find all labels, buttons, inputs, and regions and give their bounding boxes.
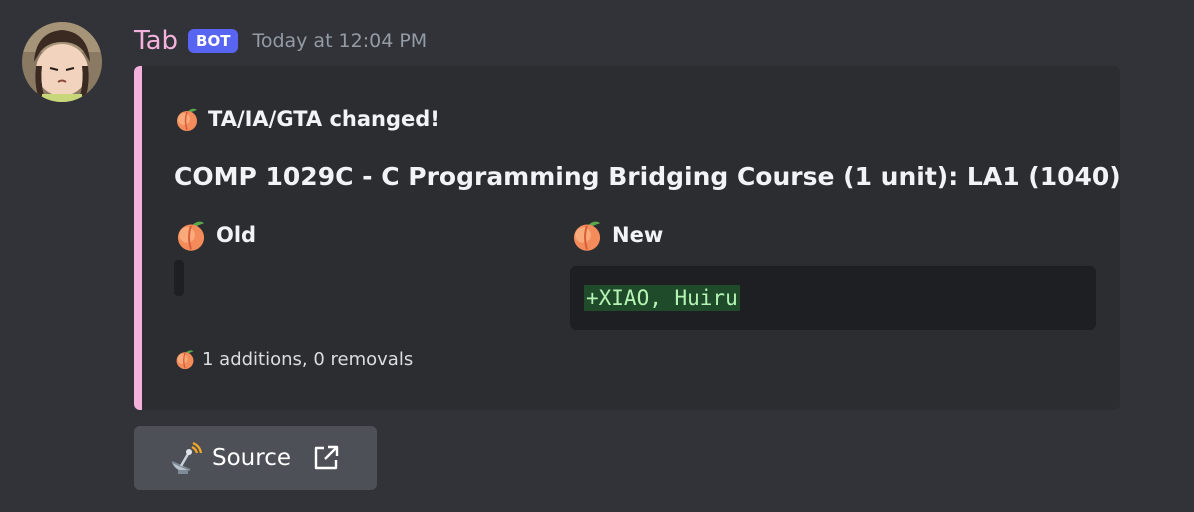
diff-addition-line: +XIAO, Huiru [584,285,740,311]
chat-message: Tab BOT Today at 12:04 PM TA/IA/GTA chan… [0,0,1194,512]
peach-emoji-icon [174,348,196,370]
username[interactable]: Tab [134,26,178,56]
external-link-icon [311,443,341,473]
message-header: Tab BOT Today at 12:04 PM [134,24,427,58]
field-old-value-empty [174,260,184,296]
embed-author-text: TA/IA/GTA changed! [208,107,440,131]
field-new: New +XIAO, Huiru [570,218,1096,330]
source-button-label: Source [212,445,291,471]
embed-author: TA/IA/GTA changed! [174,106,440,132]
embed-footer-text: 1 additions, 0 removals [202,348,414,370]
source-link-button[interactable]: Source [134,426,377,490]
field-new-label: New [612,223,664,247]
user-avatar[interactable] [22,22,102,102]
peach-emoji-icon [174,106,200,132]
peach-emoji-icon [174,218,208,252]
peach-emoji-icon [570,218,604,252]
embed-footer: 1 additions, 0 removals [174,348,413,370]
bot-badge: BOT [188,29,239,53]
embed-card: TA/IA/GTA changed! COMP 1029C - C Progra… [134,66,1121,410]
field-old: Old [174,218,256,296]
diff-code-block: +XIAO, Huiru [570,266,1096,330]
field-new-name: New [570,218,1096,252]
field-old-label: Old [216,223,257,247]
field-old-name: Old [174,218,256,252]
satellite-antenna-icon [166,440,202,476]
embed-title: COMP 1029C - C Programming Bridging Cour… [174,162,1121,191]
message-timestamp[interactable]: Today at 12:04 PM [252,30,427,52]
